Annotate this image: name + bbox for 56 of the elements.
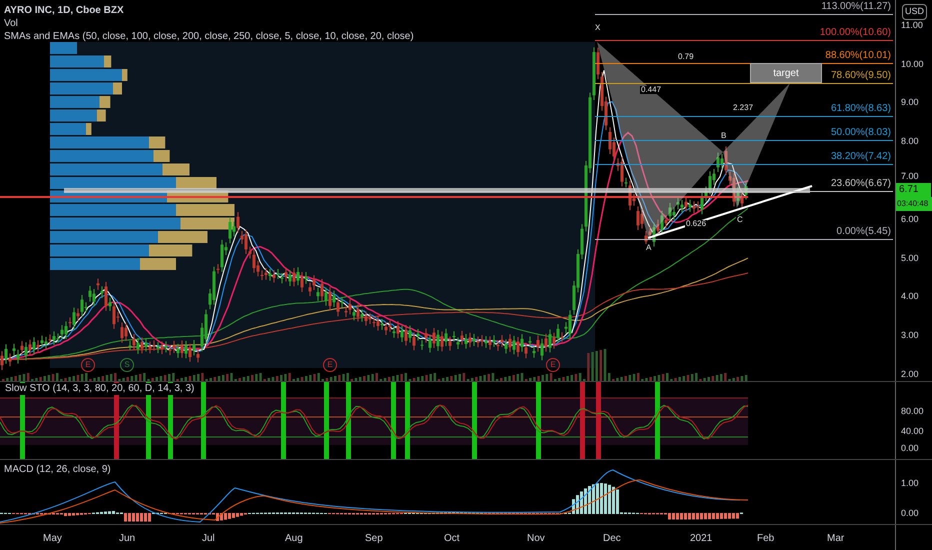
target-box: target (750, 63, 822, 83)
pattern-ratio-label: 0.447 (640, 86, 662, 94)
fib-level-label: 23.60%(6.67) (830, 179, 891, 189)
stochastic-axis-label: 80.00 (901, 405, 924, 418)
macd-title: MACD (12, 26, close, 9) (4, 463, 111, 477)
price-axis-label: 10.00 (901, 58, 924, 71)
fib-level-label: 88.60%(10.01) (825, 51, 891, 61)
fib-level-label: 50.00%(8.03) (830, 128, 891, 138)
time-axis-label: Dec (603, 532, 621, 546)
pattern-ratio-label: 0.626 (685, 220, 708, 228)
indicator-legend: SMAs and EMAs (50, close, 100, close, 200, close, 250, close, 5, close, 10, close, 20, close) (4, 30, 414, 43)
price-axis-label: 5.00 (901, 252, 919, 265)
time-axis-label: Mar (827, 532, 844, 546)
price-axis-label: 8.00 (901, 135, 919, 148)
pattern-ratio-label: 0.79 (677, 53, 695, 61)
fib-level-label: 61.80%(8.63) (830, 104, 891, 114)
pattern-ratio-label: 2.237 (732, 104, 754, 112)
time-axis-label: 2021 (690, 532, 712, 546)
time-axis-label: Jun (119, 532, 136, 546)
time-axis-label: Nov (527, 532, 545, 546)
price-axis-label: 9.00 (901, 96, 919, 109)
price-axis-label: 11.00 (901, 19, 923, 32)
pattern-point-label: A (645, 244, 652, 252)
time-axis-label: Sep (365, 532, 383, 546)
pattern-point-label: C (736, 216, 744, 224)
countdown-badge: 03:40:48 (896, 197, 932, 211)
macd-axis-label: 1.00 (901, 477, 919, 490)
event-marker: S (120, 358, 134, 372)
currency-label: USD (902, 4, 928, 20)
fib-level-label: 100.00%(10.60) (820, 28, 891, 38)
fib-level-label: 38.20%(7.42) (830, 152, 891, 162)
stochastic-title: Slow STO (14, 3, 3, 80, 20, 60, D, 14, 3, 3) (4, 383, 196, 395)
price-axis-label: 2.00 (901, 368, 919, 381)
pattern-point-label: B (720, 132, 728, 140)
fib-level-label: 0.00%(5.45) (836, 227, 891, 237)
price-axis-label: 3.00 (901, 329, 919, 342)
indicator-legend: Vol (4, 17, 414, 30)
time-axis-label: Jul (202, 532, 215, 546)
time-axis-label: May (43, 532, 62, 546)
stochastic-axis-label: 0.00 (901, 442, 919, 455)
fib-level-label: 78.60%(9.50) (830, 71, 891, 81)
price-axis-label: 7.00 (901, 170, 919, 183)
price-axis-label: 4.00 (901, 290, 919, 303)
time-axis-label: Feb (757, 532, 774, 546)
last-price-badge: 6.71 (896, 183, 931, 197)
event-marker: E (546, 358, 560, 372)
event-marker: E (81, 358, 95, 372)
time-axis-label: Aug (285, 532, 303, 546)
pattern-point-label: X (594, 24, 602, 32)
time-axis-label: Oct (444, 532, 460, 546)
fib-level-label: 113.00%(11.27) (821, 2, 891, 12)
symbol-title: AYRO INC, 1D, Cboe BZX (4, 4, 125, 17)
stochastic-axis-label: 40.00 (901, 425, 924, 438)
event-marker: E (323, 358, 337, 372)
macd-axis-label: 0.00 (901, 507, 919, 520)
price-axis-label: 6.00 (901, 213, 919, 226)
